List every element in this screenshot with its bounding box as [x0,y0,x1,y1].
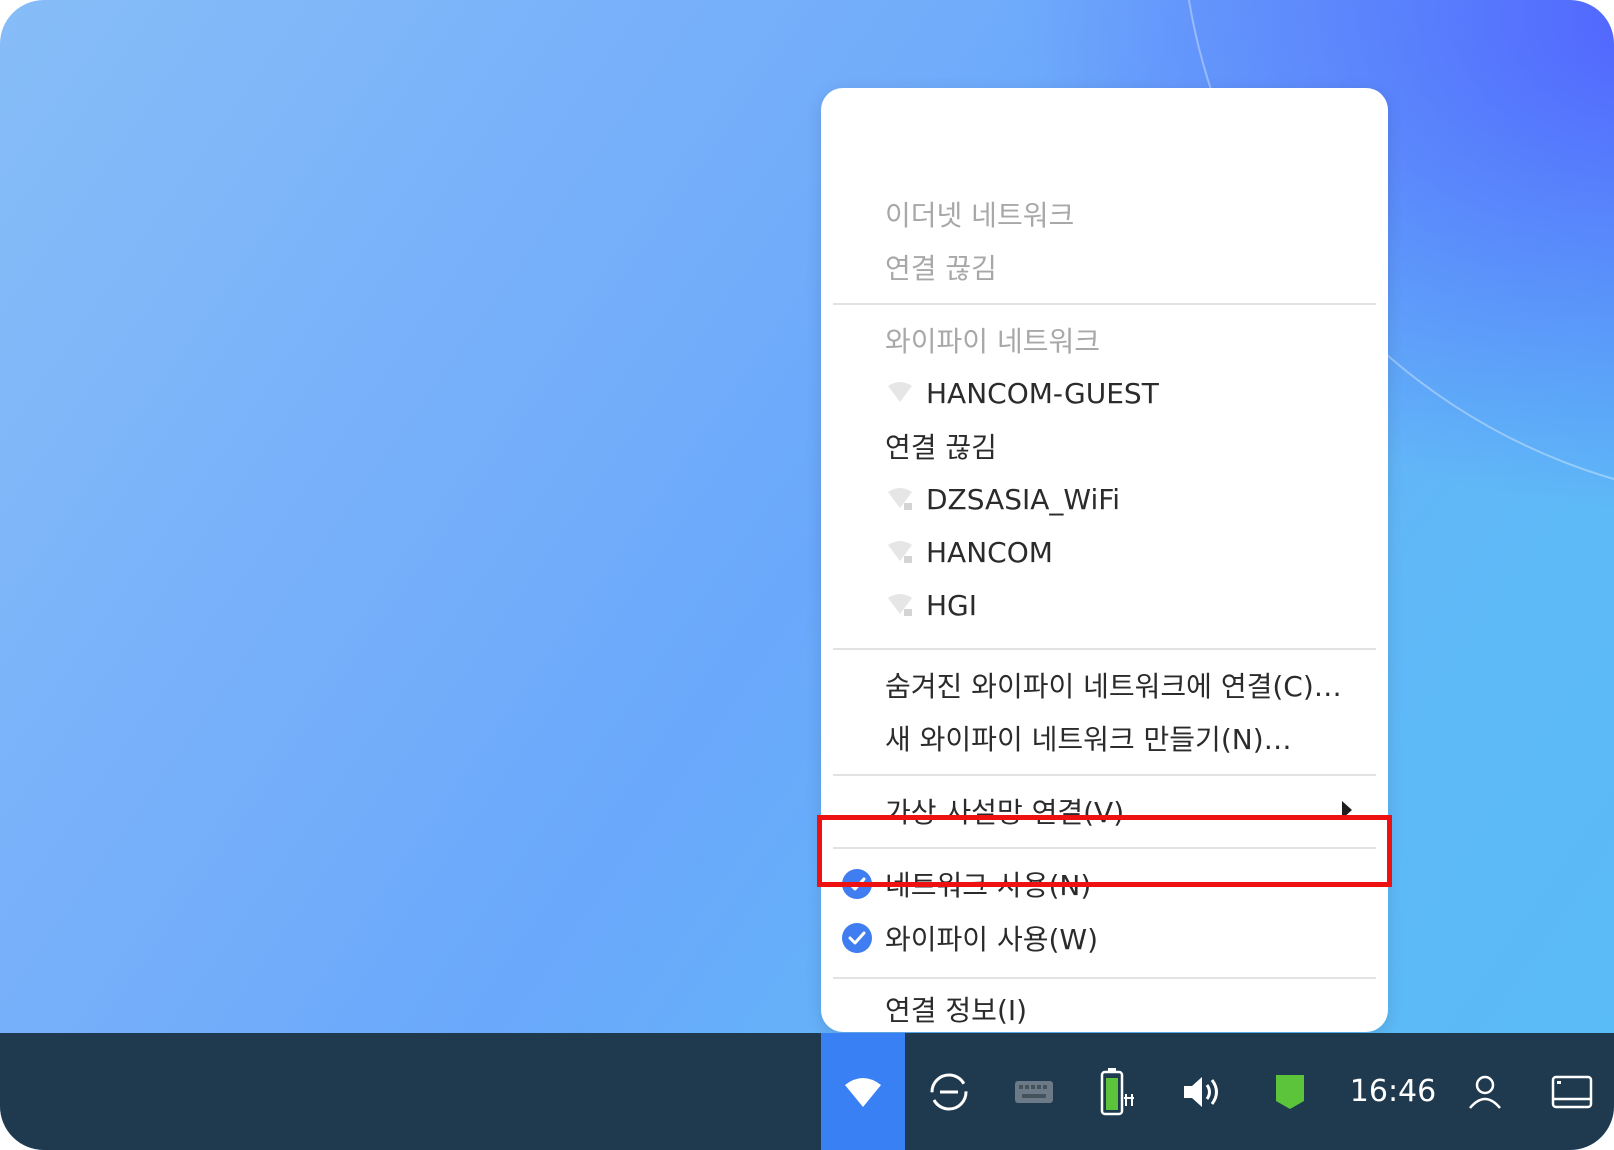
check-icon [842,923,872,953]
wifi-header: 와이파이 네트워크 [821,314,1388,366]
wifi-icon [845,1077,881,1107]
wifi-signal-locked-icon [888,594,912,616]
connection-info-label: 연결 정보(I) [885,994,1028,1027]
wifi-network-label: DZSASIA_WiFi [926,482,1121,516]
network-tray-button[interactable] [821,1033,905,1150]
ethernet-header-label: 이더넷 네트워크 [885,199,1075,232]
battery-tray-button[interactable] [1076,1033,1160,1150]
wifi-network-label: HGI [926,588,978,622]
ethernet-status: 연결 끊김 [821,241,1388,293]
new-network-item[interactable]: 새 와이파이 네트워크 만들기(N)… [821,712,1388,764]
desktop: 이더넷 네트워크 연결 끊김 와이파이 네트워크 HANCOM-GUEST 연결… [0,0,1614,1150]
keyboard-icon [1015,1080,1053,1103]
wifi-signal-locked-icon [888,541,912,563]
taskbar: 16:46 [0,1033,1614,1150]
hidden-network-item[interactable]: 숨겨진 와이파이 네트워크에 연결(C)… [821,659,1388,711]
ethernet-status-label: 연결 끊김 [885,252,997,285]
clock[interactable]: 16:46 [1343,1033,1443,1150]
sync-tray-button[interactable] [907,1033,991,1150]
wifi-signal-locked-icon [888,488,912,510]
security-tray-button[interactable] [1248,1033,1332,1150]
separator [833,977,1376,979]
wifi-header-label: 와이파이 네트워크 [885,325,1100,358]
wifi-network-label: HANCOM [926,535,1053,569]
wifi-network-item[interactable]: DZSASIA_WiFi [821,473,1388,525]
shield-icon [1276,1074,1304,1109]
separator [833,648,1376,650]
wifi-network-item[interactable]: HGI [821,579,1388,631]
connection-info-item[interactable]: 연결 정보(I) [821,983,1388,1035]
battery-icon [1100,1067,1134,1115]
user-icon [1469,1075,1501,1109]
ethernet-header: 이더넷 네트워크 [821,188,1388,240]
wifi-network-item[interactable]: HANCOM [821,526,1388,578]
wifi-status: 연결 끊김 [821,420,1388,472]
enable-wifi-label: 와이파이 사용(W) [885,923,1098,956]
new-network-label: 새 와이파이 네트워크 만들기(N)… [885,723,1292,756]
sync-icon [930,1073,968,1110]
highlight-box [817,815,1392,887]
show-desktop-button[interactable] [1530,1033,1614,1150]
desktop-icon [1551,1075,1593,1108]
wifi-signal-icon [888,382,912,402]
separator [833,303,1376,305]
wifi-network-label: HANCOM-GUEST [926,376,1159,410]
separator [833,774,1376,776]
volume-icon [1184,1076,1218,1107]
keyboard-tray-button[interactable] [992,1033,1076,1150]
network-menu: 이더넷 네트워크 연결 끊김 와이파이 네트워크 HANCOM-GUEST 연결… [821,88,1388,1032]
wifi-status-label: 연결 끊김 [885,431,997,464]
user-tray-button[interactable] [1443,1033,1527,1150]
hidden-network-label: 숨겨진 와이파이 네트워크에 연결(C)… [885,670,1342,703]
volume-tray-button[interactable] [1161,1033,1245,1150]
enable-wifi-item[interactable]: 와이파이 사용(W) [821,912,1388,964]
wifi-network-item[interactable]: HANCOM-GUEST [821,367,1388,419]
